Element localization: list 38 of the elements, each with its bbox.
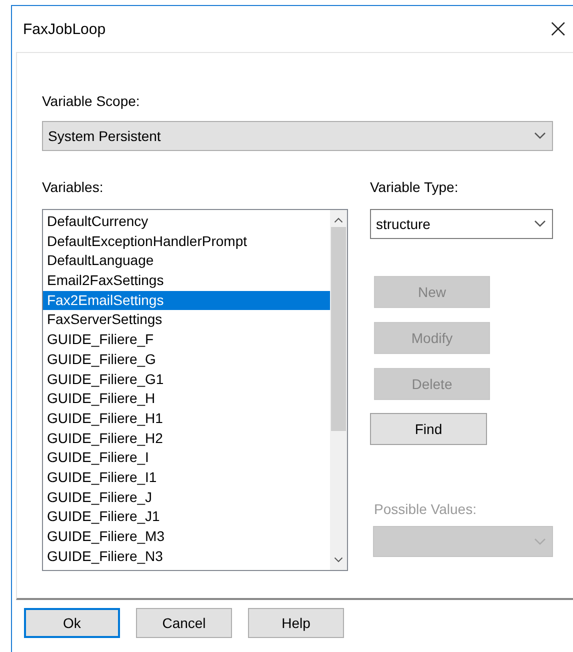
list-item[interactable]: GUIDE_Filiere_H2 [43, 428, 330, 448]
type-dropdown[interactable]: structure [370, 209, 553, 239]
field-label: Possible Values: [374, 500, 478, 519]
dialog-button[interactable]: Help [248, 608, 344, 638]
list-item[interactable]: FaxServerSettings [43, 310, 330, 330]
list-item[interactable]: GUIDE_Filiere_J [43, 488, 330, 508]
dialog-button[interactable]: Cancel [136, 608, 232, 638]
list-item[interactable]: DefaultExceptionHandlerPrompt [43, 232, 330, 252]
list-item[interactable]: GUIDE_Filiere_M3 [43, 527, 330, 547]
list-item[interactable]: GUIDE_Filiere_J1 [43, 507, 330, 527]
list-item[interactable]: DefaultCurrency [43, 212, 330, 232]
window-title: FaxJobLoop [23, 20, 106, 38]
list-item[interactable]: GUIDE_Filiere_G [43, 350, 330, 370]
chevron-down-icon [534, 220, 546, 228]
scrollbar[interactable] [330, 210, 347, 570]
list-item[interactable]: GUIDE_Filiere_N3 [43, 546, 330, 566]
scroll-thumb[interactable] [331, 227, 346, 431]
field-label: Variables: [42, 178, 104, 197]
field-label: Variable Scope: [42, 92, 141, 111]
scope-dropdown[interactable]: System Persistent [42, 121, 553, 151]
chevron-up-icon [334, 217, 343, 223]
variables-list[interactable] [42, 209, 348, 571]
list-item[interactable]: GUIDE_Filiere_F [43, 330, 330, 350]
list-item[interactable]: Email2FaxSettings [43, 271, 330, 291]
close-button[interactable]: × [543, 16, 573, 42]
list-item[interactable]: GUIDE_Filiere_I [43, 448, 330, 468]
dialog-button[interactable]: Ok [24, 608, 120, 638]
list-item[interactable]: GUIDE_Filiere_H1 [43, 408, 330, 429]
field-label: Variable Type: [370, 178, 460, 197]
list-item[interactable]: Fax2EmailSettings [43, 290, 330, 310]
list-item[interactable]: GUIDE_Filiere_G1 [43, 370, 330, 390]
action-button[interactable]: Find [370, 413, 487, 445]
chevron-down-icon [534, 538, 546, 546]
chevron-down-icon [334, 557, 343, 563]
list-item[interactable]: GUIDE_Filiere_H [43, 389, 330, 409]
list-item[interactable]: DefaultLanguage [43, 251, 330, 272]
list-item[interactable]: GUIDE_Filiere_I1 [43, 468, 330, 488]
chevron-down-icon [534, 132, 546, 140]
